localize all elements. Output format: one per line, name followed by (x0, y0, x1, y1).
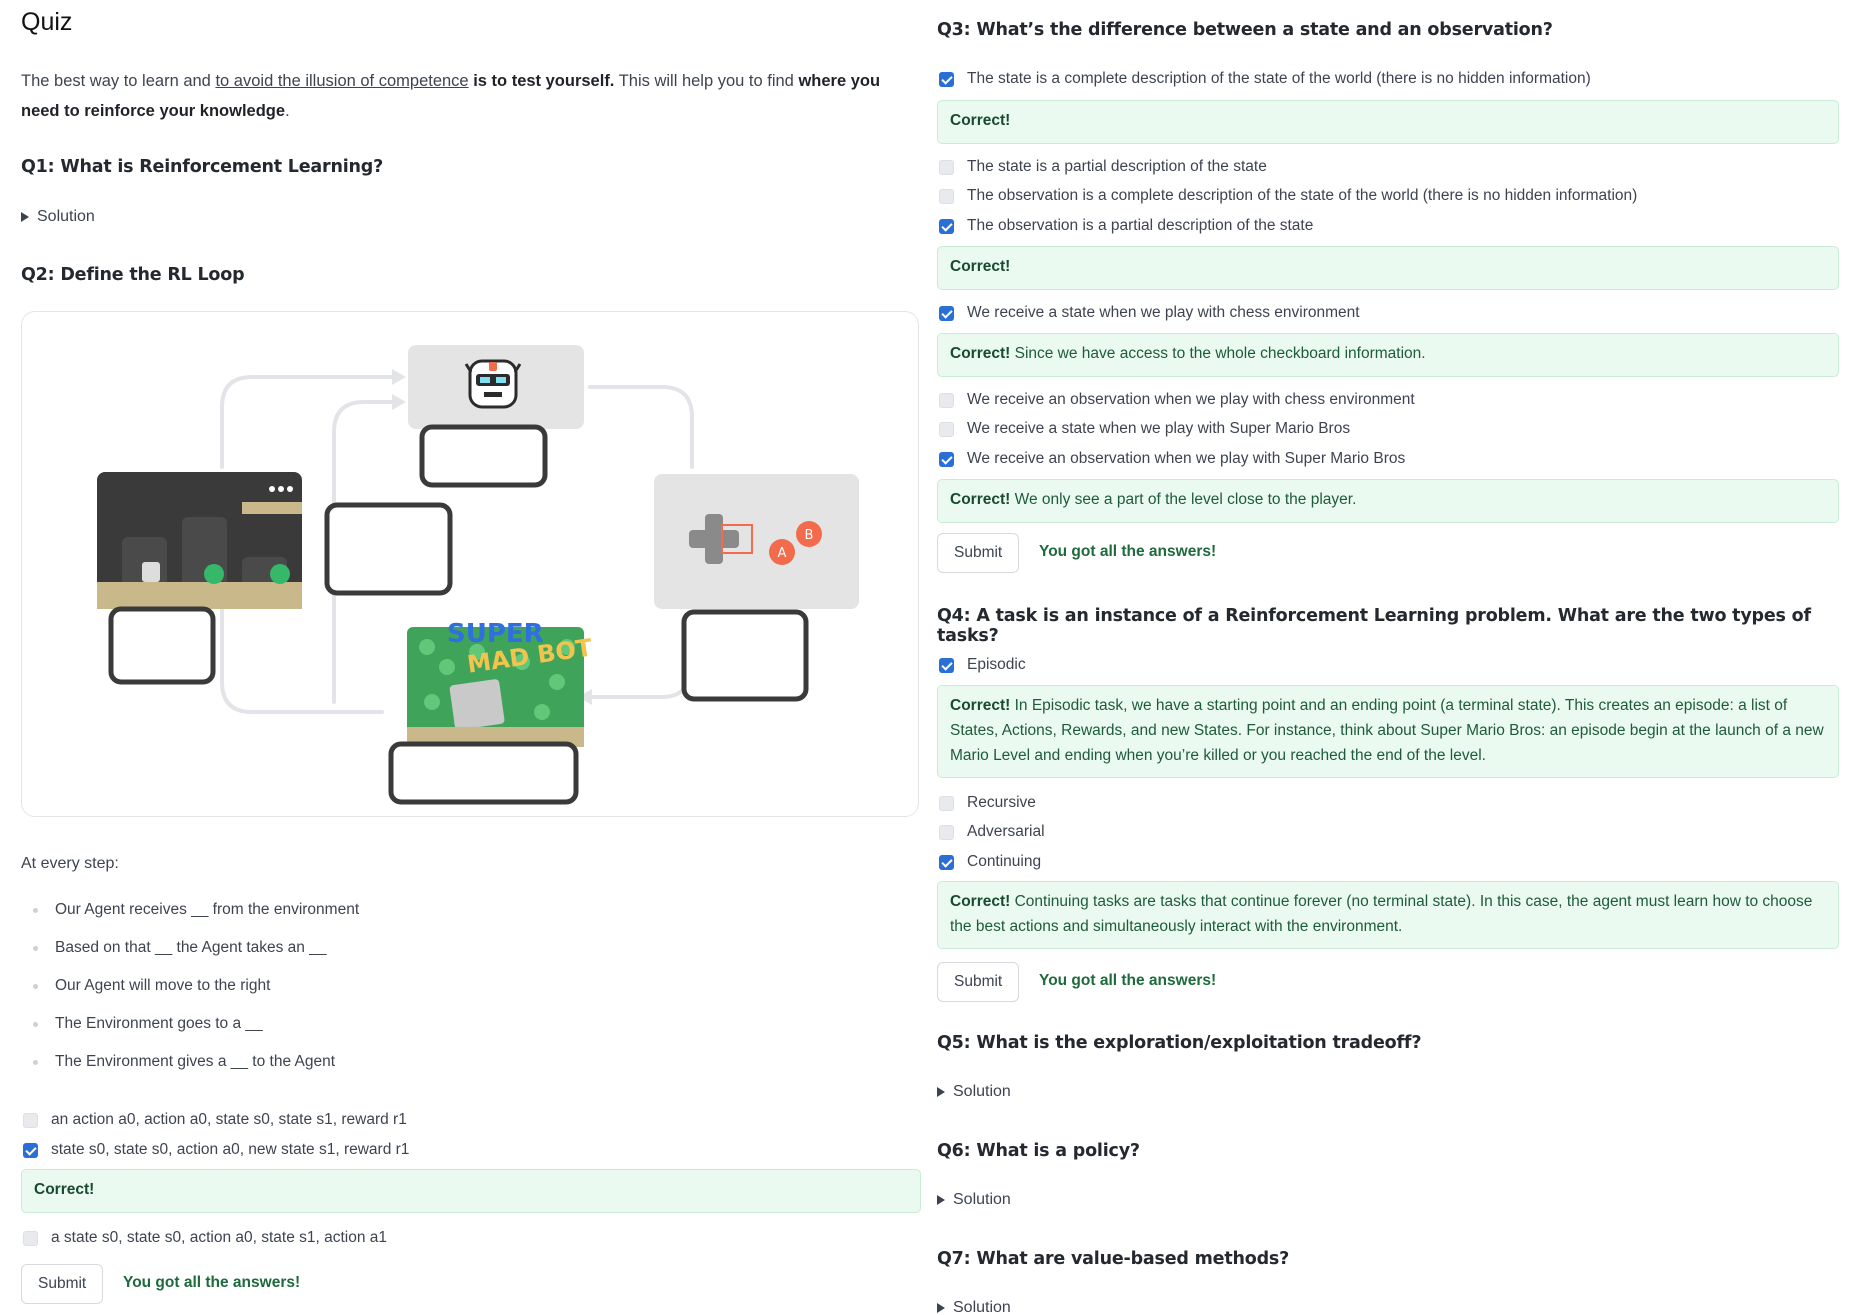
q1-solution-toggle[interactable]: Solution (21, 208, 95, 226)
checkbox-unchecked[interactable] (23, 1230, 38, 1246)
q3-option-1[interactable]: The state is a complete description of t… (939, 70, 1591, 88)
checkbox-checked[interactable] (939, 71, 954, 87)
list-item: Based on that __ the Agent takes an __ (31, 938, 359, 976)
q3-result: You got all the answers! (1039, 543, 1217, 560)
q4-result: You got all the answers! (1039, 972, 1217, 989)
q2-result: You got all the answers! (123, 1274, 301, 1291)
q3-option-5[interactable]: We receive a state when we play with che… (939, 304, 1360, 322)
controller-box (654, 474, 859, 609)
q2-option-1[interactable]: an action a0, action a0, state s0, state… (23, 1111, 407, 1129)
arrow-path-env (590, 661, 694, 699)
checkbox-checked[interactable] (23, 1142, 38, 1158)
blank-box-state (108, 606, 216, 685)
list-item: Our Agent will move to the right (31, 976, 359, 1014)
q3-feedback-3: Correct! Since we have access to the who… (937, 333, 1839, 377)
q3-feedback-1: Correct! (937, 100, 1839, 144)
checkbox-unchecked[interactable] (939, 421, 954, 437)
q2-option-2[interactable]: state s0, state s0, action a0, new state… (23, 1141, 409, 1159)
q7-solution-toggle[interactable]: Solution (937, 1299, 1011, 1315)
disclosure-triangle-icon (21, 212, 29, 222)
q6-solution-toggle[interactable]: Solution (937, 1191, 1011, 1209)
q4-option-4[interactable]: Continuing (939, 853, 1041, 871)
q4-option-1[interactable]: Episodic (939, 656, 1026, 674)
rl-steps-list: Our Agent receives __ from the environme… (31, 900, 359, 1090)
svg-text:A: A (778, 546, 787, 561)
checkbox-checked[interactable] (939, 657, 954, 673)
q6-title: Q6: What is a policy? (937, 1141, 1140, 1161)
blank-box-action (419, 424, 548, 488)
disclosure-triangle-icon (937, 1303, 945, 1313)
page-title: Quiz (21, 8, 73, 36)
list-item: The Environment gives a __ to the Agent (31, 1052, 359, 1090)
checkbox-checked[interactable] (939, 218, 954, 234)
blank-box-next-state (388, 741, 579, 805)
illusion-link[interactable]: to avoid the illusion of competence (215, 72, 468, 90)
q4-submit-button[interactable]: Submit (937, 962, 1020, 1002)
checkbox-unchecked[interactable] (23, 1112, 38, 1128)
q3-option-3[interactable]: The observation is a complete descriptio… (939, 187, 1637, 205)
q3-option-2[interactable]: The state is a partial description of th… (939, 158, 1267, 176)
list-item: Our Agent receives __ from the environme… (31, 900, 359, 938)
q3-option-7[interactable]: We receive a state when we play with Sup… (939, 420, 1350, 438)
checkbox-checked[interactable] (939, 451, 954, 467)
q3-submit-button[interactable]: Submit (937, 533, 1020, 573)
q3-option-4[interactable]: The observation is a partial description… (939, 217, 1313, 235)
q2-submit-button[interactable]: Submit (21, 1264, 104, 1304)
checkbox-checked[interactable] (939, 854, 954, 870)
svg-text:B: B (805, 528, 814, 543)
q1-title: Q1: What is Reinforcement Learning? (21, 157, 384, 177)
checkbox-unchecked[interactable] (939, 392, 954, 408)
checkbox-unchecked[interactable] (939, 824, 954, 840)
list-item: The Environment goes to a __ (31, 1014, 359, 1052)
q3-title: Q3: What’s the difference between a stat… (937, 20, 1553, 40)
rl-loop-diagram: A B SUPER MAD BOT (21, 311, 919, 817)
arrow-path-next (220, 600, 384, 714)
intro-paragraph: The best way to learn and to avoid the i… (21, 72, 881, 120)
q4-title: Q4: A task is an instance of a Reinforce… (937, 606, 1811, 646)
q3-option-6[interactable]: We receive an observation when we play w… (939, 391, 1415, 409)
disclosure-triangle-icon (937, 1195, 945, 1205)
q7-title: Q7: What are value-based methods? (937, 1249, 1290, 1269)
q3-option-8[interactable]: We receive an observation when we play w… (939, 450, 1405, 468)
q4-option-3[interactable]: Adversarial (939, 823, 1045, 841)
q3-feedback-2: Correct! (937, 246, 1839, 290)
robot-icon (464, 359, 522, 409)
q5-solution-toggle[interactable]: Solution (937, 1083, 1011, 1101)
q2-feedback: Correct! (21, 1169, 921, 1213)
checkbox-unchecked[interactable] (939, 795, 954, 811)
checkbox-unchecked[interactable] (939, 188, 954, 204)
checkbox-checked[interactable] (939, 305, 954, 321)
arrow-path-action (588, 385, 694, 469)
arrowhead-icon (392, 394, 406, 410)
q4-feedback-2: Correct! Continuing tasks are tasks that… (937, 881, 1839, 949)
q5-title: Q5: What is the exploration/exploitation… (937, 1033, 1422, 1053)
steps-label: At every step: (21, 855, 119, 872)
q2-option-3[interactable]: a state s0, state s0, action a0, state s… (23, 1229, 387, 1247)
q4-option-2[interactable]: Recursive (939, 794, 1036, 812)
checkbox-unchecked[interactable] (939, 159, 954, 175)
q2-title: Q2: Define the RL Loop (21, 265, 245, 285)
arrow-path-state (220, 375, 394, 469)
q3-feedback-4: Correct! We only see a part of the level… (937, 479, 1839, 523)
arrowhead-icon (392, 369, 406, 385)
disclosure-triangle-icon (937, 1087, 945, 1097)
rl-loop-svg: A B SUPER MAD BOT (97, 345, 859, 805)
q4-feedback-1: Correct! In Episodic task, we have a sta… (937, 685, 1839, 778)
blank-box-env (681, 609, 809, 702)
blank-box-reward (324, 502, 453, 596)
